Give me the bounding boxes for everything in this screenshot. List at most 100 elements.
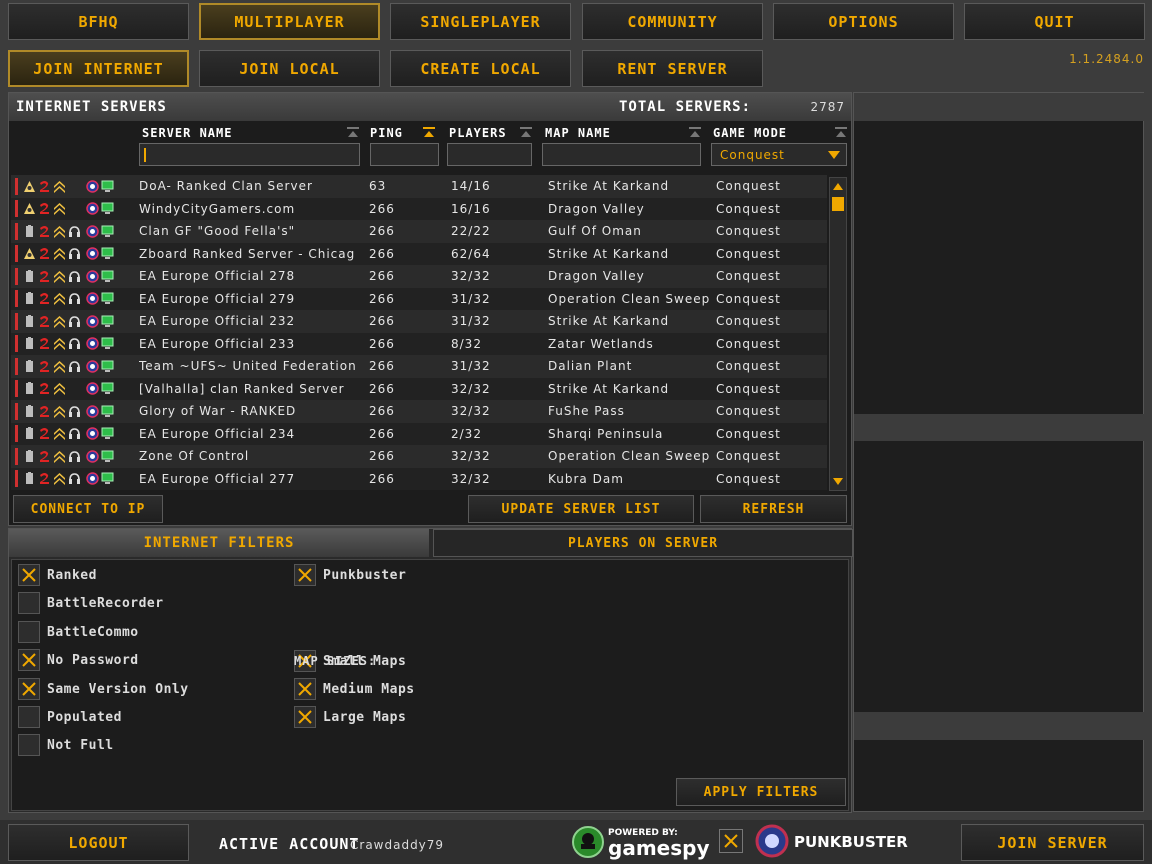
sort-icon[interactable] — [835, 127, 847, 138]
monitor-icon — [101, 202, 114, 215]
server-row[interactable]: Zboard Ranked Server - Chicag 266 62/64 Str… — [11, 242, 827, 265]
players-cell: 32/32 — [451, 381, 491, 396]
server-row[interactable]: EA Europe Official 233 266 8/32 Zatar Wetla… — [11, 332, 827, 355]
checkbox[interactable] — [18, 734, 40, 756]
refresh-button[interactable]: REFRESH — [700, 495, 847, 523]
checkbox[interactable] — [294, 564, 316, 586]
checkbox[interactable] — [18, 678, 40, 700]
nav-options-button[interactable]: OPTIONS — [773, 3, 954, 40]
filter-ranked[interactable]: Ranked — [18, 564, 97, 586]
pb-icon — [86, 450, 99, 463]
headset-icon — [68, 450, 81, 463]
row-marker — [15, 447, 18, 465]
row-marker — [15, 402, 18, 420]
game-mode-cell: Conquest — [716, 291, 781, 306]
row-marker — [15, 425, 18, 443]
scroll-thumb[interactable] — [832, 197, 844, 211]
sort-icon[interactable] — [520, 127, 532, 138]
chevron-down-icon — [828, 151, 840, 159]
ea-icon — [38, 382, 51, 395]
server-list-scrollbar[interactable] — [829, 177, 847, 491]
filter-populated[interactable]: Populated — [18, 706, 122, 728]
server-row[interactable]: EA Europe Official 277 266 32/32 Kubra Dam C… — [11, 467, 827, 490]
server-row[interactable]: EA Europe Official 232 266 31/32 Strike At … — [11, 310, 827, 333]
filter-large-maps[interactable]: Large Maps — [294, 706, 406, 728]
players-cell: 32/32 — [451, 404, 491, 419]
server-row[interactable]: EA Europe Official 279 266 31/32 Operation … — [11, 287, 827, 310]
punkbuster-toggle-checkbox[interactable] — [719, 829, 743, 853]
column-header-server-name[interactable]: SERVER NAME — [142, 126, 232, 140]
apply-filters-button[interactable]: APPLY FILTERS — [676, 778, 846, 806]
server-row[interactable]: Glory of War - RANKED 266 32/32 FuShe Pass C… — [11, 400, 827, 423]
pb-icon — [86, 382, 99, 395]
sort-icon[interactable] — [689, 127, 701, 138]
filter-punkbuster[interactable]: Punkbuster — [294, 564, 406, 586]
server-list: DoA- Ranked Clan Server 63 14/16 Strike At … — [11, 175, 827, 491]
map-name-filter-input[interactable] — [542, 143, 701, 166]
server-status-icons — [11, 245, 139, 263]
game-mode-select[interactable]: Conquest — [711, 143, 847, 166]
filter-same-version-only[interactable]: Same Version Only — [18, 678, 189, 700]
update-server-list-button[interactable]: UPDATE SERVER LIST — [468, 495, 694, 523]
server-row[interactable]: EA Europe Official 234 266 2/32 Sharqi Peni… — [11, 422, 827, 445]
sort-icon[interactable] — [347, 127, 359, 138]
checkbox[interactable] — [18, 592, 40, 614]
server-row[interactable]: Team ~UFS~ United Federation 266 31/32 Dali… — [11, 355, 827, 378]
checkbox[interactable] — [18, 649, 40, 671]
checkbox[interactable] — [294, 678, 316, 700]
server-info-panel — [853, 92, 1145, 812]
map-name-cell: Operation Clean Sweep — [548, 449, 711, 464]
scroll-down-icon[interactable] — [832, 476, 844, 488]
filter-medium-maps[interactable]: Medium Maps — [294, 678, 415, 700]
server-name-filter-input[interactable] — [139, 143, 360, 166]
checkbox[interactable] — [294, 706, 316, 728]
checkbox[interactable] — [18, 621, 40, 643]
ping-cell: 266 — [369, 404, 395, 419]
svg-text:gamespy: gamespy — [608, 836, 709, 860]
nav-quit-button[interactable]: QUIT — [964, 3, 1145, 40]
nav-bfhq-button[interactable]: BFHQ — [8, 3, 189, 40]
nav-multiplayer-button[interactable]: MULTIPLAYER — [199, 3, 380, 40]
server-row[interactable]: Clan GF "Good Fella's" 266 22/22 Gulf Of Om… — [11, 220, 827, 243]
checkbox[interactable] — [18, 564, 40, 586]
logout-button[interactable]: LOGOUT — [8, 824, 189, 861]
filter-not-full[interactable]: Not Full — [18, 734, 114, 756]
subnav-join-internet-button[interactable]: JOIN INTERNET — [8, 50, 189, 87]
server-status-icons — [11, 402, 139, 420]
nav-community-button[interactable]: COMMUNITY — [582, 3, 763, 40]
subnav-rent-server-button[interactable]: RENT SERVER — [582, 50, 763, 87]
checkbox-label: Medium Maps — [323, 681, 415, 697]
nav-singleplayer-button[interactable]: SINGLEPLAYER — [390, 3, 571, 40]
server-row[interactable]: WindyCityGamers.com 266 16/16 Dragon Valley… — [11, 197, 827, 220]
column-header-players[interactable]: PLAYERS — [449, 126, 507, 140]
filter-battlerecorder[interactable]: BattleRecorder — [18, 592, 164, 614]
tab-players-on-server[interactable]: PLAYERS ON SERVER — [433, 529, 853, 557]
subnav-create-local-button[interactable]: CREATE LOCAL — [390, 50, 571, 87]
subnav-join-local-button[interactable]: JOIN LOCAL — [199, 50, 380, 87]
filter-no-password[interactable]: No Password — [18, 649, 139, 671]
tab-internet-filters[interactable]: INTERNET FILTERS — [9, 529, 429, 557]
filter-battlecommo[interactable]: BattleCommo — [18, 621, 139, 643]
checkbox[interactable] — [18, 706, 40, 728]
column-header-map-name[interactable]: MAP NAME — [545, 126, 611, 140]
join-server-button[interactable]: JOIN SERVER — [961, 824, 1144, 861]
players-filter-input[interactable] — [447, 143, 532, 166]
server-row[interactable]: [Valhalla] clan Ranked Server 266 32/32 Str… — [11, 377, 827, 400]
rank-icon — [53, 270, 66, 283]
map-name-cell: Strike At Karkand — [548, 314, 670, 329]
row-marker — [15, 177, 18, 195]
connect-to-ip-button[interactable]: CONNECT TO IP — [13, 495, 163, 523]
players-cell: 31/32 — [451, 359, 491, 374]
server-row[interactable]: EA Europe Official 278 266 32/32 Dragon Val… — [11, 265, 827, 288]
server-status-icons — [11, 357, 139, 375]
gamespy-logo: POWERED BY: gamespy — [572, 826, 709, 860]
server-row[interactable]: DoA- Ranked Clan Server 63 14/16 Strike At … — [11, 175, 827, 198]
server-status-icons — [11, 470, 139, 488]
column-header-game-mode[interactable]: GAME MODE — [713, 126, 787, 140]
server-row[interactable]: Zone Of Control 266 32/32 Operation Clean S… — [11, 445, 827, 468]
ping-filter-input[interactable] — [370, 143, 439, 166]
sort-active-icon[interactable] — [423, 127, 435, 138]
ea-icon — [38, 225, 51, 238]
column-header-ping[interactable]: PING — [370, 126, 403, 140]
scroll-up-icon[interactable] — [832, 180, 844, 192]
